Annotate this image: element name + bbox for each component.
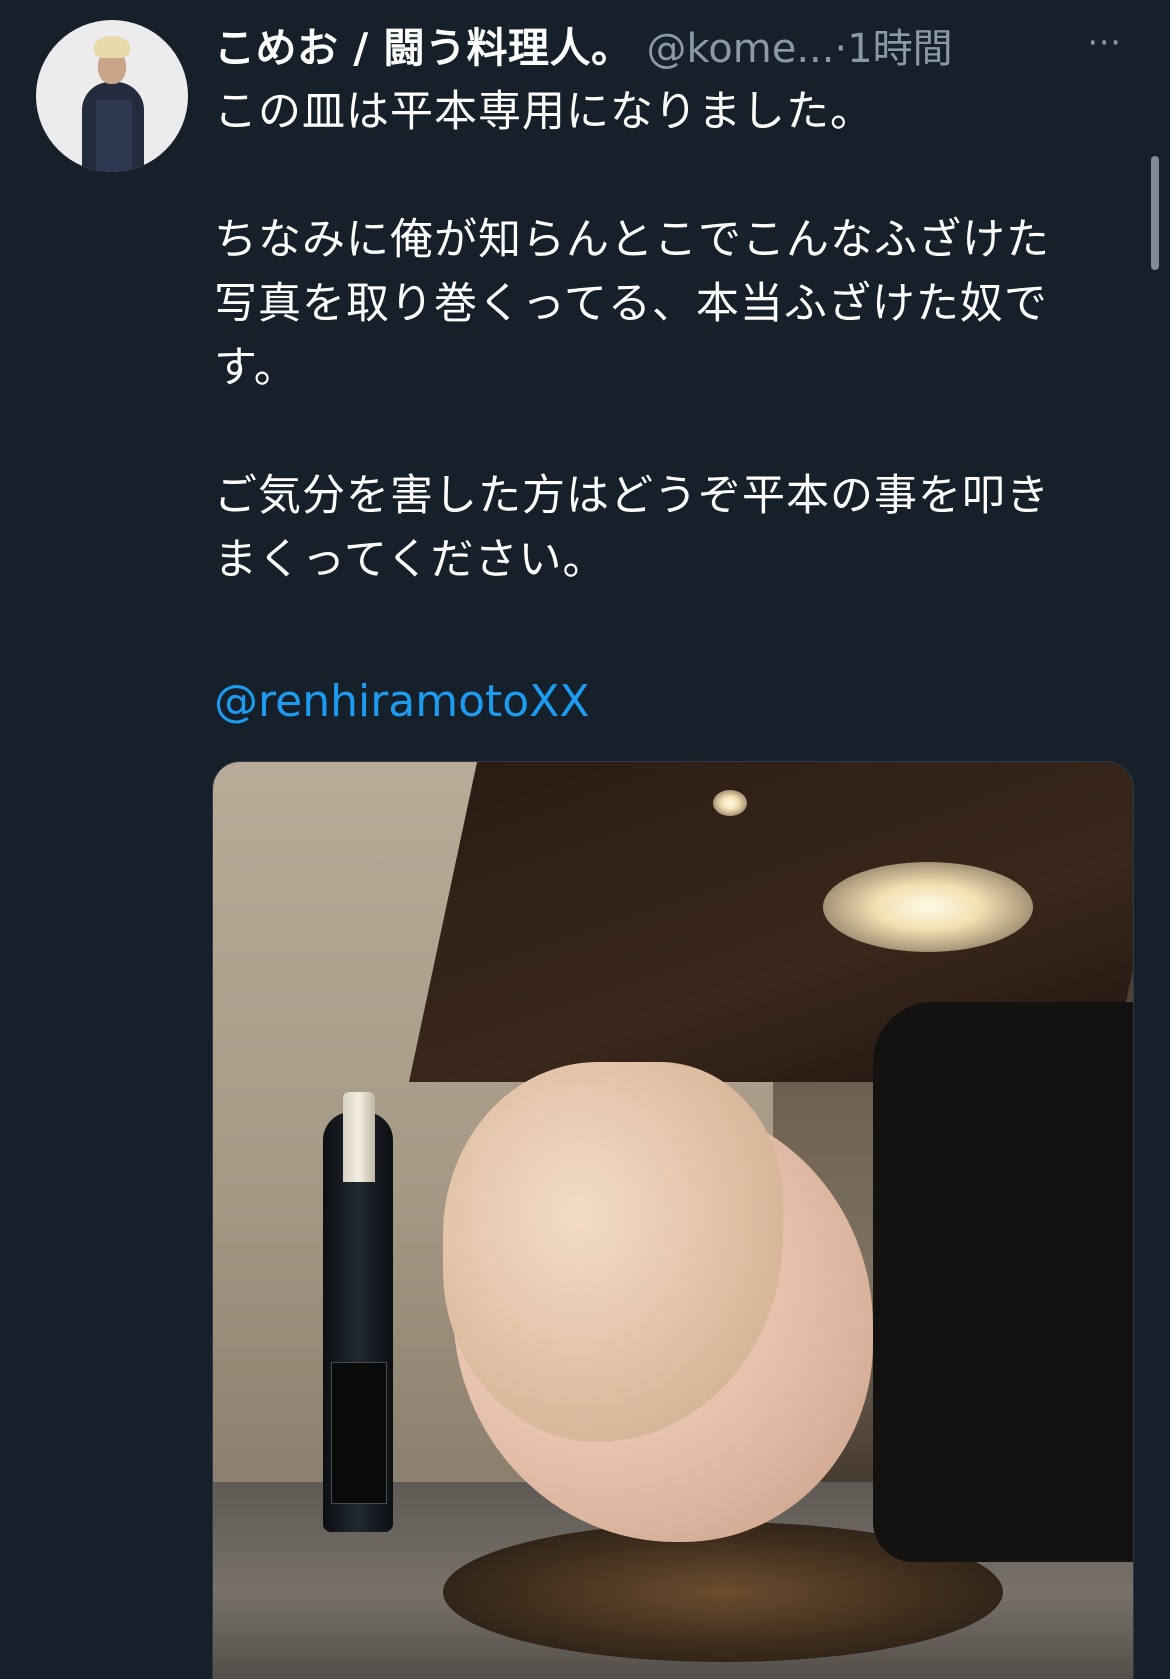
author-avatar[interactable] (36, 20, 188, 172)
more-options-icon[interactable]: ⋯ (1080, 22, 1130, 62)
tweet-line: 写真を取り巻くってる、本当ふざけた奴で (214, 279, 1048, 329)
mention-link[interactable]: @renhiramotoXX (214, 672, 589, 732)
author-display-name[interactable]: こめお / 闘う料理人。 (214, 24, 633, 72)
tweet-line: ご気分を害した方はどうぞ平本の事を叩き (214, 471, 1050, 521)
tweet-photo[interactable] (212, 761, 1134, 1679)
photo-pendant-lamp (823, 862, 1033, 952)
tweet-line: この皿は平本専用になりました。 (214, 87, 874, 137)
tweet-body: この皿は平本専用になりました。 ちなみに俺が知らんとこでこんなふざけた 写真を取… (214, 80, 1134, 592)
tweet-timestamp[interactable]: 1時間 (847, 26, 952, 72)
tweet-line: す。 (214, 343, 298, 393)
avatar-figure-apron (96, 100, 132, 172)
author-handle[interactable]: @kome... (647, 26, 835, 72)
tweet-line: ちなみに俺が知らんとこでこんなふざけた (214, 215, 1050, 265)
tweet-line: まくってください。 (214, 535, 607, 585)
scrollbar-thumb[interactable] (1151, 156, 1159, 270)
photo-bottle-label (331, 1362, 387, 1504)
photo-bottle-neck (343, 1092, 375, 1182)
tweet-header: こめお / 闘う料理人。 @kome...·1時間 (214, 14, 1144, 74)
photo-person-shirt (873, 1002, 1133, 1562)
header-separator: · (834, 26, 848, 72)
photo-light (713, 790, 747, 816)
avatar-figure-hair (94, 36, 130, 58)
tweet-screen: こめお / 闘う料理人。 @kome...·1時間 ⋯ この皿は平本専用になりまし… (0, 0, 1170, 1679)
